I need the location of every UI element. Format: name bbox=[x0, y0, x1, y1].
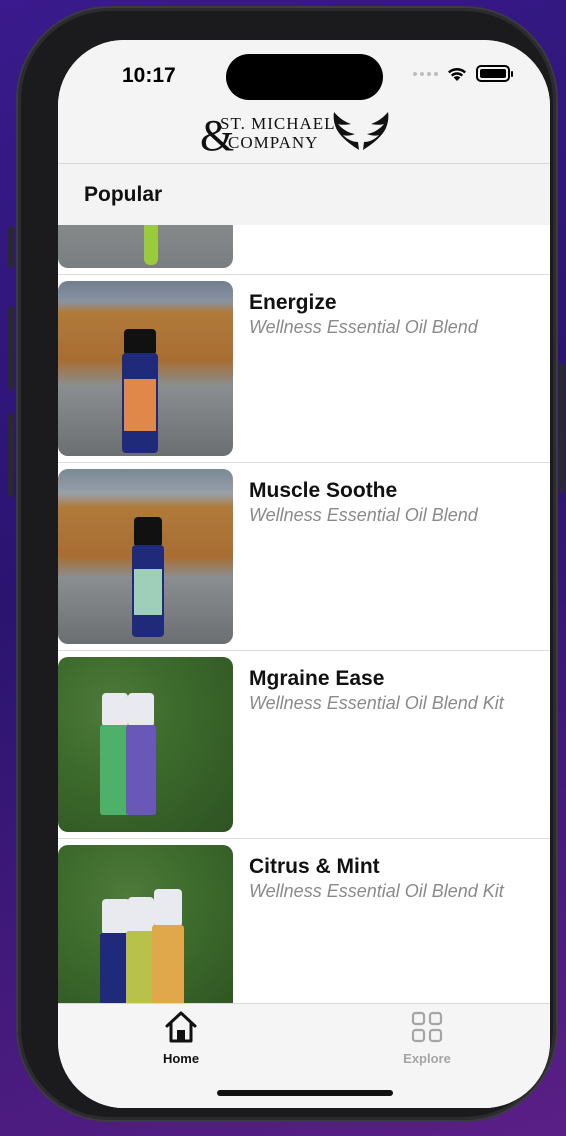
brand-logo[interactable]: & ST. MICHAEL COMPANY bbox=[198, 110, 398, 160]
section-title: Popular bbox=[84, 183, 163, 206]
dynamic-island bbox=[226, 54, 383, 100]
volume-down-button bbox=[8, 413, 14, 497]
tab-explore[interactable]: Explore bbox=[367, 1010, 487, 1066]
product-subtitle: Wellness Essential Oil Blend bbox=[249, 505, 478, 525]
product-image bbox=[58, 281, 233, 456]
device-frame: 10:17 & ST. MICHAEL COMPANY Popular Ener… bbox=[8, 8, 565, 1120]
product-subtitle: Wellness Essential Oil Blend Kit bbox=[249, 881, 504, 901]
home-indicator[interactable] bbox=[217, 1090, 393, 1096]
product-image bbox=[58, 469, 233, 644]
product-subtitle: Wellness Essential Oil Blend Kit bbox=[249, 693, 504, 713]
section-header: Popular bbox=[58, 164, 550, 225]
logo-text-line1: ST. MICHAEL bbox=[220, 114, 336, 133]
logo-text-line2: COMPANY bbox=[228, 133, 319, 152]
volume-up-button bbox=[8, 306, 14, 390]
list-item[interactable]: Citrus & Mint Wellness Essential Oil Ble… bbox=[58, 839, 550, 1003]
tab-home-label: Home bbox=[162, 1051, 200, 1066]
product-subtitle: Wellness Essential Oil Blend bbox=[249, 317, 478, 337]
product-image bbox=[58, 225, 233, 268]
wifi-icon bbox=[448, 67, 466, 81]
product-name: Muscle Soothe bbox=[249, 479, 398, 502]
navigation-header: & ST. MICHAEL COMPANY bbox=[58, 110, 550, 164]
list-item[interactable]: Mgraine Ease Wellness Essential Oil Blen… bbox=[58, 651, 550, 839]
product-list[interactable]: Energize Wellness Essential Oil Blend Mu… bbox=[58, 225, 550, 1003]
status-icons bbox=[413, 65, 513, 82]
action-button bbox=[8, 226, 14, 268]
product-name: Mgraine Ease bbox=[249, 667, 385, 690]
list-item[interactable] bbox=[58, 225, 550, 275]
grid-icon bbox=[411, 1011, 443, 1043]
angel-wings-icon bbox=[333, 112, 389, 150]
product-name: Energize bbox=[249, 291, 337, 314]
cellular-signal-icon bbox=[413, 71, 438, 76]
product-image bbox=[58, 845, 233, 1003]
home-icon bbox=[165, 1011, 197, 1043]
battery-icon bbox=[476, 65, 513, 82]
status-bar: 10:17 bbox=[58, 40, 550, 110]
product-image bbox=[58, 657, 233, 832]
product-name: Citrus & Mint bbox=[249, 855, 380, 878]
list-item[interactable]: Energize Wellness Essential Oil Blend bbox=[58, 275, 550, 463]
tab-explore-label: Explore bbox=[403, 1051, 451, 1066]
power-button bbox=[559, 363, 565, 493]
app-screen: 10:17 & ST. MICHAEL COMPANY Popular Ener… bbox=[58, 40, 550, 1108]
status-time: 10:17 bbox=[122, 64, 176, 87]
list-item[interactable]: Muscle Soothe Wellness Essential Oil Ble… bbox=[58, 463, 550, 651]
tab-home[interactable]: Home bbox=[121, 1010, 241, 1066]
